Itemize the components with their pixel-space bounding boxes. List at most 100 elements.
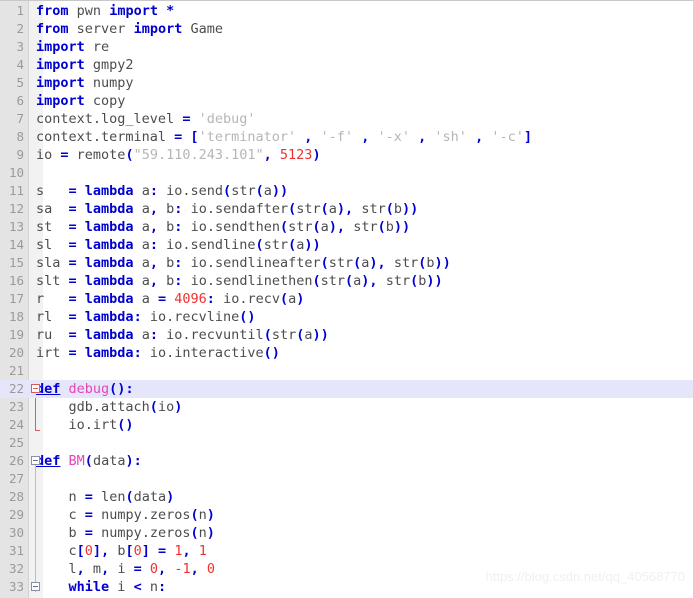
token-op: ],: [92, 543, 110, 559]
token-op: :: [206, 291, 215, 307]
token-op: =: [84, 507, 93, 523]
token-op: ): [166, 489, 175, 505]
token-op: (): [263, 345, 280, 361]
token-kw: lambda: [84, 237, 134, 253]
code-line[interactable]: 27: [0, 470, 693, 488]
line-number: 3: [16, 39, 24, 54]
code-line[interactable]: 15 sla = lambda a, b: io.sendlineafter(st…: [0, 254, 693, 272]
token-op: ,: [158, 561, 167, 577]
token-kw: import: [36, 39, 85, 55]
token-id: b: [393, 201, 402, 217]
token-op: (: [84, 453, 93, 469]
token-id: context.log_level: [36, 111, 183, 127]
token-op: [: [76, 543, 85, 559]
code-line[interactable]: 4 import gmpy2: [0, 56, 693, 74]
token-op: )): [402, 201, 419, 217]
token-str: '-x': [377, 129, 410, 145]
code-line[interactable]: 30 b = numpy.zeros(n): [0, 524, 693, 542]
code-line[interactable]: 3 import re: [0, 38, 693, 56]
token-kw: lambda: [84, 291, 134, 307]
code-line[interactable]: 31 c[0], b[0] = 1, 1: [0, 542, 693, 560]
token-id: a: [141, 183, 150, 199]
fold-toggle-icon[interactable]: [31, 384, 40, 393]
token-kw: from: [36, 3, 69, 19]
code-line[interactable]: 22 def debug():: [0, 380, 693, 398]
code-line[interactable]: 9 io = remote("59.110.243.101", 5123): [0, 146, 693, 164]
code-line[interactable]: 17 r = lambda a = 4096: io.recv(a): [0, 290, 693, 308]
code-line[interactable]: 29 c = numpy.zeros(n): [0, 506, 693, 524]
token-op: =: [68, 345, 77, 361]
code-line[interactable]: 13st = lambda a, b: io.sendthen(str(a), …: [0, 218, 693, 236]
token-op: =: [68, 237, 77, 253]
token-id: server: [76, 21, 126, 37]
code-line[interactable]: 28 n = len(data): [0, 488, 693, 506]
fold-toggle-icon[interactable]: [31, 582, 40, 591]
token-kw: import: [133, 21, 183, 37]
token-op: ),: [361, 273, 378, 289]
line-number: 15: [8, 255, 24, 270]
line-number: 32: [8, 561, 24, 576]
code-line[interactable]: 12 sa = lambda a, b: io.sendafter(str(a),…: [0, 200, 693, 218]
code-line[interactable]: 5 import numpy: [0, 74, 693, 92]
code-line-text: def BM(data):: [36, 452, 142, 470]
token-op: =: [68, 201, 77, 217]
token-op: (: [149, 399, 158, 415]
code-line[interactable]: 14 sl = lambda a: io.sendline(str(a)): [0, 236, 693, 254]
code-line[interactable]: 20 irt = lambda: io.interactive(): [0, 344, 693, 362]
code-line[interactable]: 16 slt = lambda a, b: io.sendlinethen(str…: [0, 272, 693, 290]
code-line[interactable]: 11 s = lambda a: io.send(str(a)): [0, 182, 693, 200]
code-line[interactable]: 2 from server import Game: [0, 20, 693, 38]
token-num: 0: [84, 543, 93, 559]
code-line[interactable]: 25: [0, 434, 693, 452]
token-op: (: [125, 147, 134, 163]
token-id: re: [92, 39, 110, 55]
token-id: sla: [36, 255, 69, 271]
line-number: 11: [8, 183, 24, 198]
code-line[interactable]: 21: [0, 362, 693, 380]
token-op: )): [304, 237, 321, 253]
token-fn: debug: [68, 381, 110, 397]
code-line[interactable]: 6 import copy: [0, 92, 693, 110]
code-line[interactable]: 1 from pwn import *: [0, 2, 693, 20]
token-op: (: [279, 219, 289, 235]
code-line[interactable]: 18 rl = lambda: io.recvline(): [0, 308, 693, 326]
token-id: a: [304, 327, 313, 343]
fold-toggle-icon[interactable]: [31, 456, 40, 465]
line-number: 16: [8, 273, 24, 288]
code-line[interactable]: 7 context.log_level = 'debug': [0, 110, 693, 128]
token-id: io.recvuntil: [166, 327, 264, 343]
token-id: a: [320, 219, 329, 235]
code-line[interactable]: 10: [0, 164, 693, 182]
token-op: =: [133, 561, 142, 577]
token-id: numpy: [92, 75, 134, 91]
code-line-text: s = lambda a: io.send(str(a)): [36, 182, 288, 200]
code-line[interactable]: 8 context.terminal = ['terminator' , '-f'…: [0, 128, 693, 146]
token-id: str: [361, 201, 386, 217]
code-line-text: context.log_level = 'debug': [36, 110, 256, 128]
code-line[interactable]: 26 def BM(data):: [0, 452, 693, 470]
token-kw: lambda: [84, 273, 134, 289]
line-number: 33: [8, 579, 24, 594]
token-id: s: [36, 183, 69, 199]
token-id: str: [296, 201, 321, 217]
code-line[interactable]: 19 ru = lambda a: io.recvuntil(str(a)): [0, 326, 693, 344]
token-id: io.sendline: [166, 237, 256, 253]
code-line-text: io.irt(): [36, 416, 134, 434]
code-editor[interactable]: 1 from pwn import * 2 from server import Ga…: [0, 0, 693, 598]
code-line[interactable]: 24 io.irt(): [0, 416, 693, 434]
token-num: 4096: [174, 291, 207, 307]
code-line[interactable]: 23 gdb.attach(io): [0, 398, 693, 416]
line-number: 7: [16, 111, 24, 126]
code-line-text: l, m, i = 0, -1, 0: [36, 560, 216, 578]
token-num: 0: [206, 561, 215, 577]
